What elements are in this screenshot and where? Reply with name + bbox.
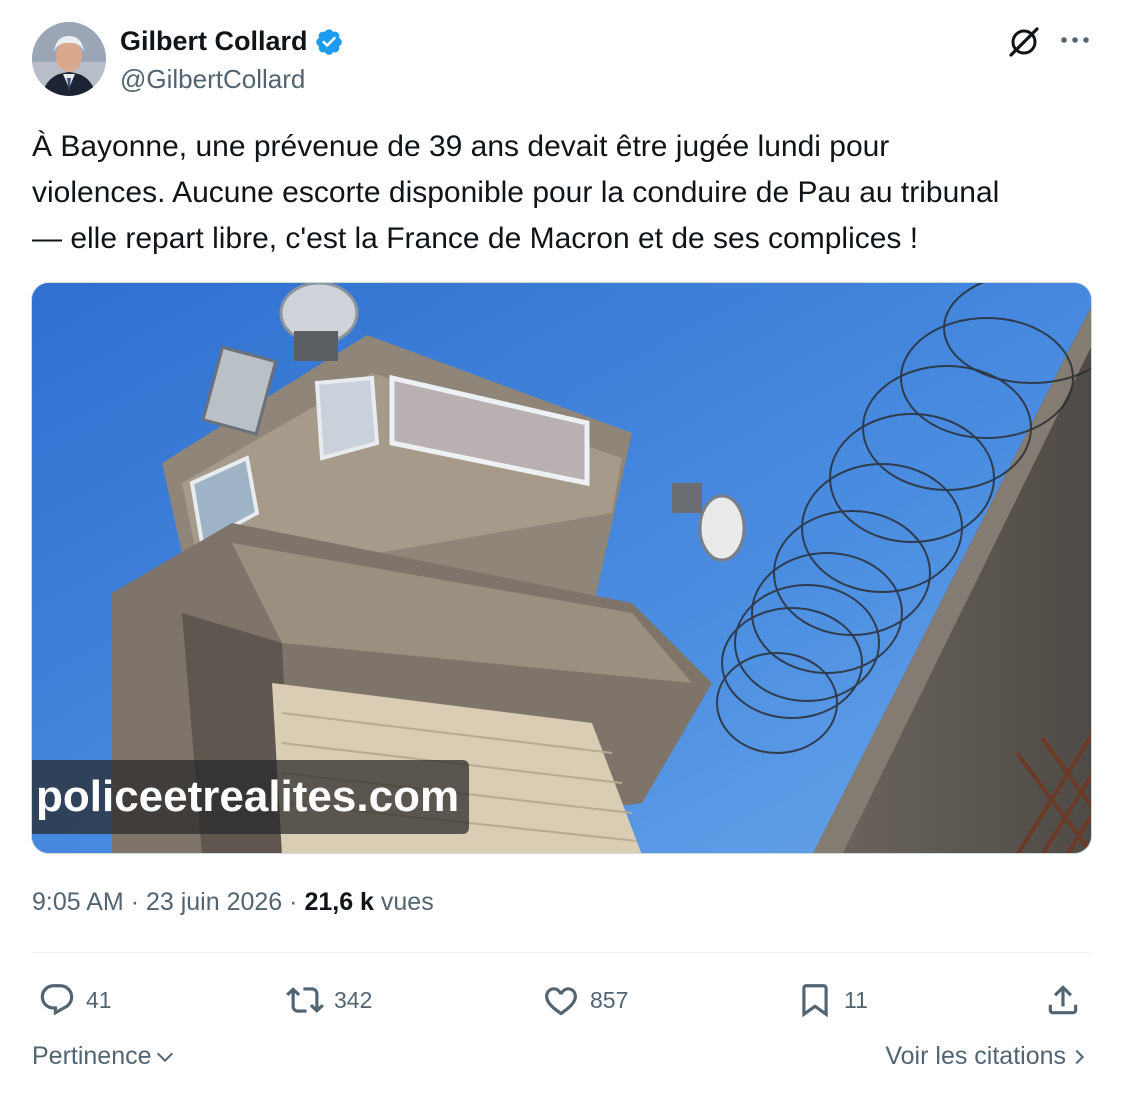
tweet-time[interactable]: 9:05 AM — [32, 888, 124, 916]
reply-count: 41 — [86, 986, 112, 1013]
sort-label: Pertinence — [32, 1042, 152, 1070]
tweet-header: Gilbert Collard @GilbertCollard — [32, 22, 1092, 100]
repost-icon — [286, 987, 324, 1013]
view-quotes-link[interactable]: Voir les citations — [885, 1042, 1090, 1071]
quotes-label: Voir les citations — [885, 1042, 1066, 1070]
avatar[interactable] — [32, 22, 106, 96]
author-handle[interactable]: @GilbertCollard — [120, 64, 305, 95]
share-button[interactable] — [1044, 972, 1092, 1028]
sort-replies-button[interactable]: Pertinence — [32, 1042, 176, 1071]
chevron-down-icon — [156, 1052, 173, 1062]
bookmark-count: 11 — [844, 986, 868, 1013]
share-icon — [1048, 985, 1078, 1015]
tweet-image[interactable]: policeetrealites.com — [31, 282, 1092, 854]
tweet-date[interactable]: 23 juin 2026 — [146, 888, 282, 916]
heart-icon — [545, 987, 577, 1016]
chevron-right-icon — [1075, 1049, 1085, 1064]
like-button[interactable]: 857 — [542, 972, 628, 1028]
display-name[interactable]: Gilbert Collard — [120, 26, 308, 57]
grok-icon[interactable] — [1006, 24, 1042, 60]
views-count: 21,6 k — [304, 888, 374, 916]
action-bar: 41 342 857 11 — [32, 972, 1092, 1028]
tweet-meta: 9:05 AM · 23 juin 2026 · 21,6 k vues — [32, 888, 434, 917]
bookmark-icon — [802, 984, 828, 1018]
more-icon[interactable] — [1058, 30, 1092, 50]
divider — [32, 952, 1092, 953]
meta-separator: · — [289, 888, 298, 916]
like-count: 857 — [590, 986, 629, 1013]
meta-separator: · — [130, 888, 140, 916]
reply-icon — [40, 984, 74, 1016]
views-label: vues — [380, 888, 434, 916]
repost-count: 342 — [334, 986, 373, 1013]
bookmark-button[interactable]: 11 — [796, 972, 868, 1028]
image-watermark: policeetrealites.com — [32, 760, 470, 834]
verified-badge-icon — [315, 28, 342, 55]
repost-button[interactable]: 342 — [286, 972, 372, 1028]
reply-button[interactable]: 41 — [38, 972, 112, 1028]
tweet-text: À Bayonne, une prévenue de 39 ans devait… — [32, 130, 1000, 255]
